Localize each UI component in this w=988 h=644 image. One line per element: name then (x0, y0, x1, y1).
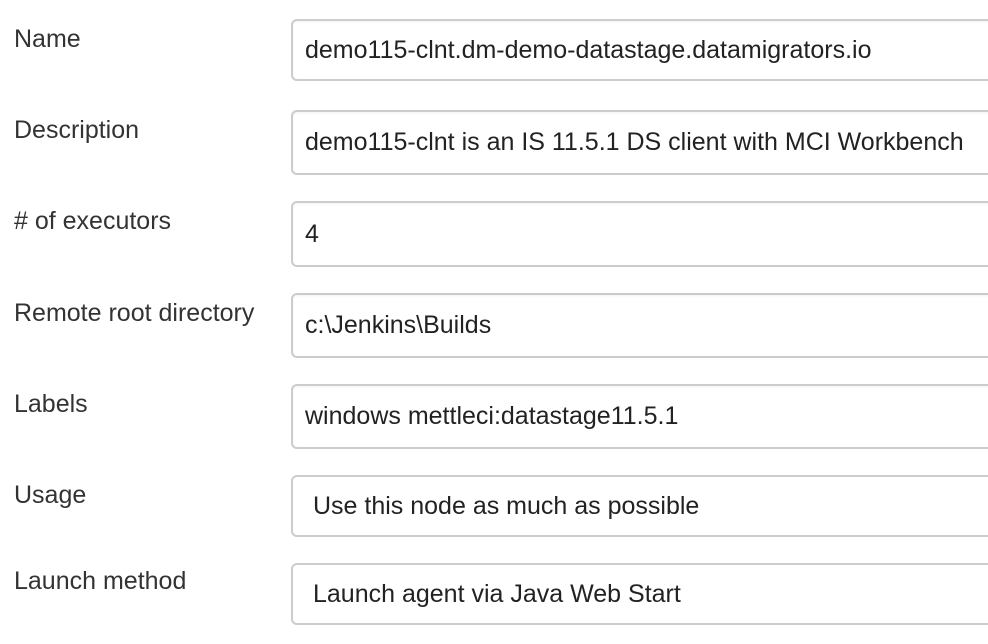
usage-label: Usage (14, 481, 87, 509)
remote-root-input[interactable] (291, 293, 988, 358)
name-input[interactable] (291, 19, 988, 81)
usage-selected-value: Use this node as much as possible (313, 491, 700, 520)
executors-input[interactable] (291, 201, 988, 267)
launch-method-label: Launch method (14, 567, 187, 595)
description-label: Description (14, 116, 140, 144)
executors-label: # of executors (14, 207, 172, 235)
description-input[interactable] (291, 110, 988, 175)
name-label: Name (14, 25, 81, 53)
node-config-form: Name Description # of executors Remote r… (0, 0, 988, 644)
remote-root-label: Remote root directory (14, 299, 255, 327)
usage-select[interactable]: Use this node as much as possible (291, 475, 988, 537)
launch-method-select[interactable]: Launch agent via Java Web Start (291, 563, 988, 625)
launch-method-selected-value: Launch agent via Java Web Start (313, 579, 681, 608)
labels-input[interactable] (291, 384, 988, 449)
labels-label: Labels (14, 390, 88, 418)
